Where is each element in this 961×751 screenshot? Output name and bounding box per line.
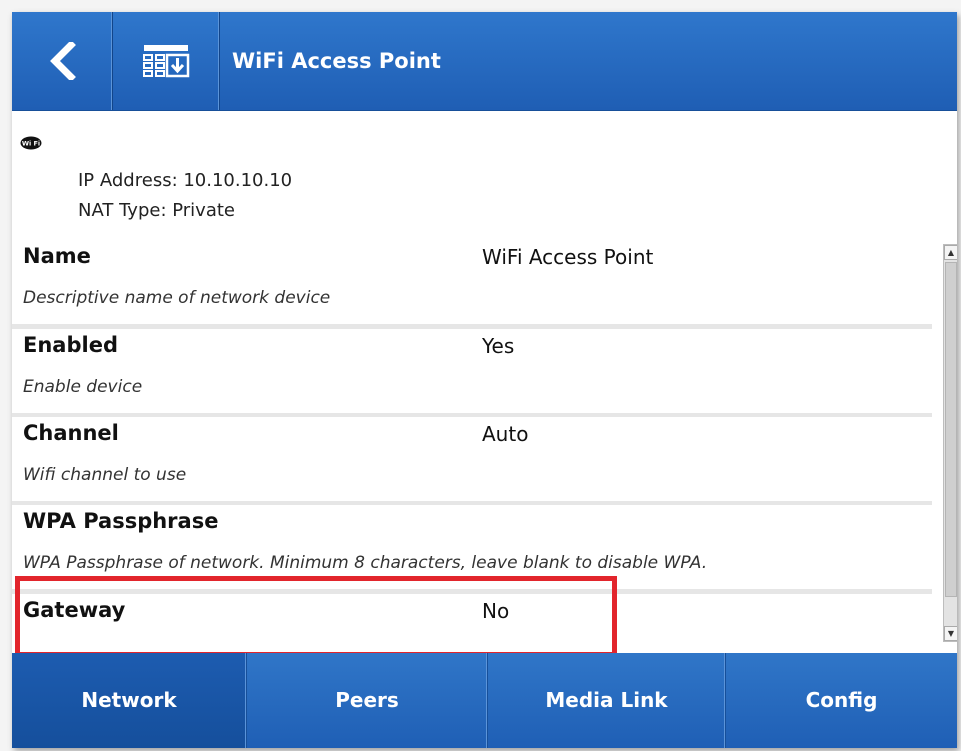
network-menu-button[interactable] [113,12,220,110]
wifi-badge-icon: Wi Fi [20,136,42,150]
scrollbar-thumb[interactable] [945,262,957,597]
nat-type-text: NAT Type: Private [78,200,235,221]
tab-network[interactable]: Network [12,653,247,748]
scroll-up-arrow-icon[interactable]: ▲ [944,245,957,260]
setting-row-name[interactable]: Name WiFi Access Point Descriptive name … [12,240,932,329]
back-button[interactable] [12,12,113,110]
setting-label: Gateway [23,598,126,622]
settings-list[interactable]: Name WiFi Access Point Descriptive name … [12,240,932,653]
bottom-tab-bar: Network Peers Media Link Config [12,653,957,748]
setting-label: Name [23,244,91,268]
setting-description: WPA Passphrase of network. Minimum 8 cha… [23,553,708,573]
setting-label: Channel [23,421,119,445]
setting-row-wpa-passphrase[interactable]: WPA Passphrase WPA Passphrase of network… [12,505,932,594]
setting-description: Wifi channel to use [23,465,187,485]
setting-description: Descriptive name of network device [23,288,331,308]
network-list-icon [143,45,190,78]
setting-row-gateway[interactable]: Gateway No [12,594,932,653]
setting-description: Enable device [23,377,143,397]
scroll-down-arrow-icon[interactable]: ▼ [944,626,957,641]
list-scrollbar[interactable]: ▲ ▼ [943,244,957,642]
title-bar: WiFi Access Point [12,12,957,111]
tab-media-link[interactable]: Media Link [488,653,726,748]
tab-peers[interactable]: Peers [247,653,488,748]
setting-value[interactable]: Auto [482,422,528,446]
setting-value[interactable]: WiFi Access Point [482,245,653,269]
setting-row-enabled[interactable]: Enabled Yes Enable device [12,329,932,418]
ip-address-text: IP Address: 10.10.10.10 [78,170,293,191]
svg-text:Wi Fi: Wi Fi [22,140,40,148]
tab-config[interactable]: Config [726,653,957,748]
setting-label: Enabled [23,333,118,357]
chevron-left-icon [50,42,76,80]
app-window: WiFi Access Point Wi Fi IP Address: 10.1… [12,12,957,748]
setting-row-channel[interactable]: Channel Auto Wifi channel to use [12,417,932,506]
setting-value[interactable]: Yes [482,334,514,358]
page-title: WiFi Access Point [232,49,441,73]
setting-label: WPA Passphrase [23,509,219,533]
setting-value[interactable]: No [482,599,509,623]
